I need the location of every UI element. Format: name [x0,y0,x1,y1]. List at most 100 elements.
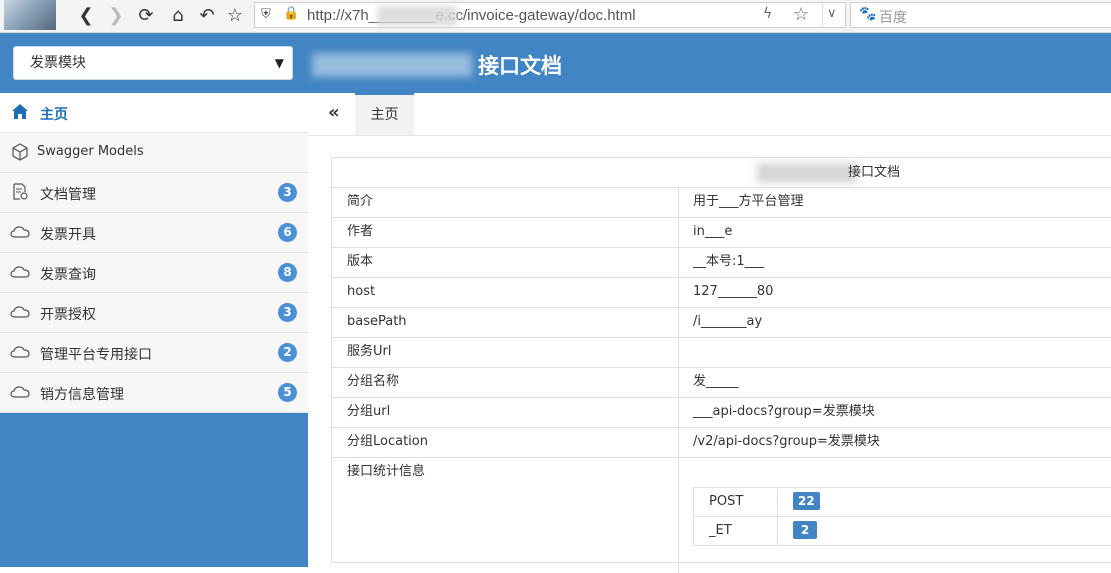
redaction-blur [312,53,472,77]
cloud-icon [10,342,30,362]
cube-icon [10,142,30,162]
home-button-icon[interactable]: ⌂ [166,4,190,26]
sidebar-item-admin-api[interactable]: 管理平台专用接口 2 [0,333,308,373]
row-key: 版本 [347,248,373,276]
count-badge: 5 [278,383,297,402]
divider [678,458,679,573]
divider [678,428,679,457]
tab-home[interactable]: 主页 [355,93,414,135]
search-box[interactable]: 🐾 百度 [850,2,1111,28]
table-row: host 127______80 [332,278,1111,308]
sidebar-item-label: 发票查询 [40,264,96,284]
sidebar: 主页 Swagger Models 文档管理 3 发票开具 6 [0,93,308,567]
url-text[interactable]: http://x7h________e.cc/invoice-gateway/d… [307,7,636,24]
table-row-stats: 接口统计信息 POST 22 _ET 2 [332,458,1111,573]
row-key: 服务Url [347,338,391,366]
chevron-down-icon: ▼ [275,47,284,79]
sidebar-item-label: 文档管理 [40,184,96,204]
count-badge: 6 [278,223,297,242]
count-badge: 8 [278,263,297,282]
cloud-icon [10,262,30,282]
tab-bar: « 主页 [308,93,1111,136]
table-row: 作者 in___e [332,218,1111,248]
sidebar-item-home[interactable]: 主页 [0,93,308,133]
row-key: 分组名称 [347,368,399,396]
favorite-star-icon[interactable]: ☆ [793,4,809,25]
api-stats-table: POST 22 _ET 2 [693,487,1111,546]
row-key: host [347,278,375,306]
stats-row: POST 22 [694,488,1111,517]
bookmark-star-icon[interactable]: ☆ [223,4,247,26]
sidebar-item-label: 发票开具 [40,224,96,244]
count-badge: 3 [278,303,297,322]
row-key: 简介 [347,188,373,216]
cloud-icon [10,222,30,242]
insecure-lock-icon[interactable]: 🔒 [283,6,299,21]
group-select-value: 发票模块 [30,55,86,71]
count-badge: 2 [278,343,297,362]
count-badge: 3 [278,183,297,202]
row-value: /i_______ay [693,308,762,336]
method-count-badge: 22 [793,492,820,510]
cloud-icon [10,382,30,402]
cloud-icon [10,302,30,322]
sidebar-item-doc-management[interactable]: 文档管理 3 [0,173,308,213]
sidebar-menu: 主页 Swagger Models 文档管理 3 发票开具 6 [0,93,308,413]
collapse-sidebar-icon[interactable]: « [328,102,340,123]
row-value: __本号:1___ [693,248,764,276]
method-count-cell: 22 [778,488,1111,517]
sidebar-item-swagger-models[interactable]: Swagger Models [0,133,308,173]
search-engine-label: 百度 [879,7,907,27]
table-row: 版本 __本号:1___ [332,248,1111,278]
sidebar-item-label: 管理平台专用接口 [40,344,152,364]
divider [678,398,679,427]
row-value: 用于___方平台管理 [693,188,804,216]
row-value: /v2/api-docs?group=发票模块 [693,428,880,456]
address-bar[interactable]: ⛨ 🔒 http://x7h________e.cc/invoice-gatew… [254,2,846,28]
divider [822,3,823,27]
home-icon [10,102,30,122]
divider [678,308,679,337]
doc-title: 接口文档 [848,158,900,187]
stats-row: _ET 2 [694,517,1111,546]
divider [678,188,679,217]
undo-icon[interactable]: ↶ [195,4,219,26]
sidebar-item-invoice-auth[interactable]: 开票授权 3 [0,293,308,333]
sidebar-item-label: Swagger Models [37,144,144,159]
sidebar-item-invoice-issue[interactable]: 发票开具 6 [0,213,308,253]
doc-gear-icon [10,182,30,202]
tab-thumbnail[interactable] [4,0,56,30]
row-key: 接口统计信息 [347,458,425,486]
shield-icon[interactable]: ⛨ [261,7,271,22]
sidebar-item-invoice-query[interactable]: 发票查询 8 [0,253,308,293]
back-button[interactable]: ❮ [74,4,98,26]
row-value: in___e [693,218,732,246]
method-count-cell: 2 [778,517,1111,546]
doc-info-table: 接口文档 简介 用于___方平台管理 作者 in___e 版本 __本号:1__… [331,157,1111,563]
browser-toolbar: ❮ ❯ ⟳ ⌂ ↶ ☆ ⛨ 🔒 http://x7h________e.cc/i… [0,0,1111,33]
baidu-paw-icon: 🐾 [859,6,876,22]
chevron-down-icon[interactable]: ∨ [827,6,837,21]
http-method: POST [694,488,778,517]
page-title: 接口文档 [478,50,562,80]
forward-button[interactable]: ❯ [104,4,128,26]
reload-icon[interactable]: ⟳ [134,4,158,26]
divider [678,368,679,397]
divider [678,278,679,307]
http-method: _ET [694,517,778,546]
sidebar-item-seller-info[interactable]: 销方信息管理 5 [0,373,308,413]
row-value: 发_____ [693,368,739,396]
sidebar-item-label: 销方信息管理 [40,384,124,404]
divider [678,218,679,247]
group-select[interactable]: 发票模块 ▼ [13,46,293,80]
sidebar-item-label: 主页 [40,104,68,124]
row-key: basePath [347,308,407,336]
divider [678,338,679,367]
row-key: 分组url [347,398,390,426]
table-row: 服务Url [332,338,1111,368]
table-row: 分组Location /v2/api-docs?group=发票模块 [332,428,1111,458]
table-row: 分组名称 发_____ [332,368,1111,398]
row-key: 分组Location [347,428,428,456]
lightning-icon[interactable]: ϟ [763,6,772,22]
sidebar-item-label: 开票授权 [40,304,96,324]
